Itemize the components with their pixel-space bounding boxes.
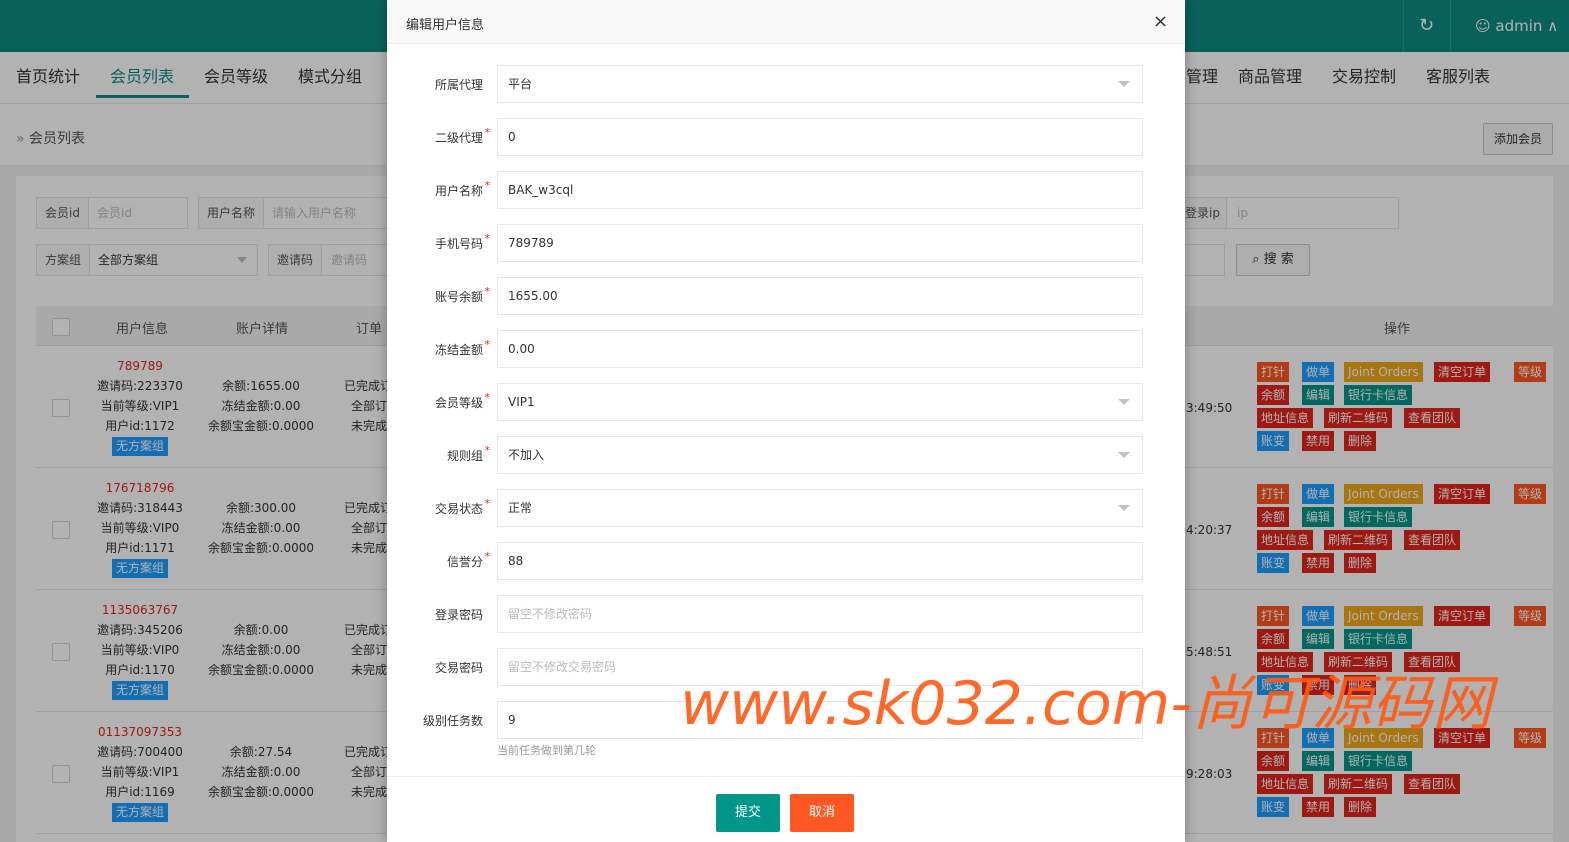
field-label: 规则组 *	[387, 444, 490, 464]
form-row: 手机号码 * 789789	[387, 224, 1185, 262]
form-row: 账号余额 * 1655.00	[387, 277, 1185, 315]
field-label-text: 所属代理	[434, 78, 483, 92]
field-label: 交易状态 *	[387, 497, 490, 517]
field-value: VIP1	[508, 395, 535, 409]
field-select[interactable]: 正常	[497, 489, 1143, 527]
field-label-text: 交易状态	[434, 502, 483, 516]
field-select[interactable]: 平台	[497, 65, 1143, 103]
field-label: 交易密码	[387, 659, 483, 676]
field-label-text: 手机号码	[434, 237, 483, 251]
chevron-down-icon	[1118, 505, 1130, 511]
field-label-text: 交易密码	[434, 661, 483, 675]
field-input[interactable]: 0.00	[497, 330, 1143, 368]
field-value: 不加入	[508, 448, 545, 462]
required-mark: *	[484, 391, 491, 404]
field-value: 留空不修改交易密码	[508, 660, 617, 674]
chevron-down-icon	[1118, 399, 1130, 405]
field-value: 88	[508, 554, 524, 568]
field-value: 留空不修改密码	[508, 607, 593, 621]
field-input[interactable]: 1655.00	[497, 277, 1143, 315]
form-row: 二级代理 * 0	[387, 118, 1185, 156]
field-value: 平台	[508, 77, 533, 91]
field-label-text: 会员等级	[434, 396, 483, 410]
field-label: 登录密码	[387, 606, 483, 623]
required-mark: *	[484, 179, 491, 192]
required-mark: *	[484, 444, 491, 457]
field-label-text: 级别任务数	[422, 714, 483, 728]
field-label-text: 账号余额	[434, 290, 483, 304]
required-mark: *	[484, 550, 491, 563]
field-label-text: 二级代理	[434, 131, 483, 145]
required-mark: *	[484, 497, 491, 510]
field-label: 用户名称 *	[387, 179, 490, 199]
watermark: www.sk032.com-尚可源码网	[680, 669, 1492, 739]
submit-button[interactable]: 提交	[716, 794, 780, 832]
field-value: 0.00	[508, 342, 535, 356]
field-label-text: 登录密码	[434, 608, 483, 622]
field-value: 1655.00	[508, 289, 558, 303]
required-mark: *	[484, 338, 491, 351]
form-row: 信誉分 * 88	[387, 542, 1185, 580]
chevron-down-icon	[1118, 81, 1130, 87]
field-select[interactable]: 不加入	[497, 436, 1143, 474]
chevron-down-icon	[1118, 452, 1130, 458]
field-label: 会员等级 *	[387, 391, 490, 411]
field-label-text: 规则组	[446, 449, 483, 463]
form-row: 所属代理 平台	[387, 65, 1185, 103]
field-value: 9	[508, 713, 516, 727]
modal-header: 编辑用户信息 ×	[387, 0, 1185, 44]
field-input[interactable]: 0	[497, 118, 1143, 156]
modal-divider	[387, 776, 1185, 777]
task-hint: 当前任务做到第几轮	[497, 744, 596, 757]
field-input[interactable]: 留空不修改密码	[497, 595, 1143, 633]
field-label: 所属代理	[387, 76, 483, 93]
required-mark: *	[484, 285, 491, 298]
field-label-text: 冻结金额	[434, 343, 483, 357]
form-row: 规则组 * 不加入	[387, 436, 1185, 474]
cancel-button[interactable]: 取消	[790, 794, 854, 832]
form-row: 会员等级 * VIP1	[387, 383, 1185, 421]
field-label: 手机号码 *	[387, 232, 490, 252]
field-select[interactable]: VIP1	[497, 383, 1143, 421]
field-input[interactable]: BAK_w3cql	[497, 171, 1143, 209]
field-label: 级别任务数	[387, 712, 483, 729]
close-icon[interactable]: ×	[1153, 12, 1168, 32]
field-label: 账号余额 *	[387, 285, 490, 305]
field-value: 正常	[508, 501, 533, 515]
form-row: 交易状态 * 正常	[387, 489, 1185, 527]
field-label: 信誉分 *	[387, 550, 490, 570]
modal-title: 编辑用户信息	[406, 18, 485, 33]
field-value: 0	[508, 130, 516, 144]
field-label-text: 用户名称	[434, 184, 483, 198]
required-mark: *	[484, 126, 491, 139]
field-label: 二级代理 *	[387, 126, 490, 146]
field-input[interactable]: 789789	[497, 224, 1143, 262]
form-row: 冻结金额 * 0.00	[387, 330, 1185, 368]
field-value: BAK_w3cql	[508, 183, 574, 197]
required-mark: *	[484, 232, 491, 245]
field-input[interactable]: 88	[497, 542, 1143, 580]
field-value: 789789	[508, 236, 554, 250]
field-label-text: 信誉分	[446, 555, 483, 569]
form-row: 登录密码 留空不修改密码	[387, 595, 1185, 633]
field-label: 冻结金额 *	[387, 338, 490, 358]
form-row: 用户名称 * BAK_w3cql	[387, 171, 1185, 209]
